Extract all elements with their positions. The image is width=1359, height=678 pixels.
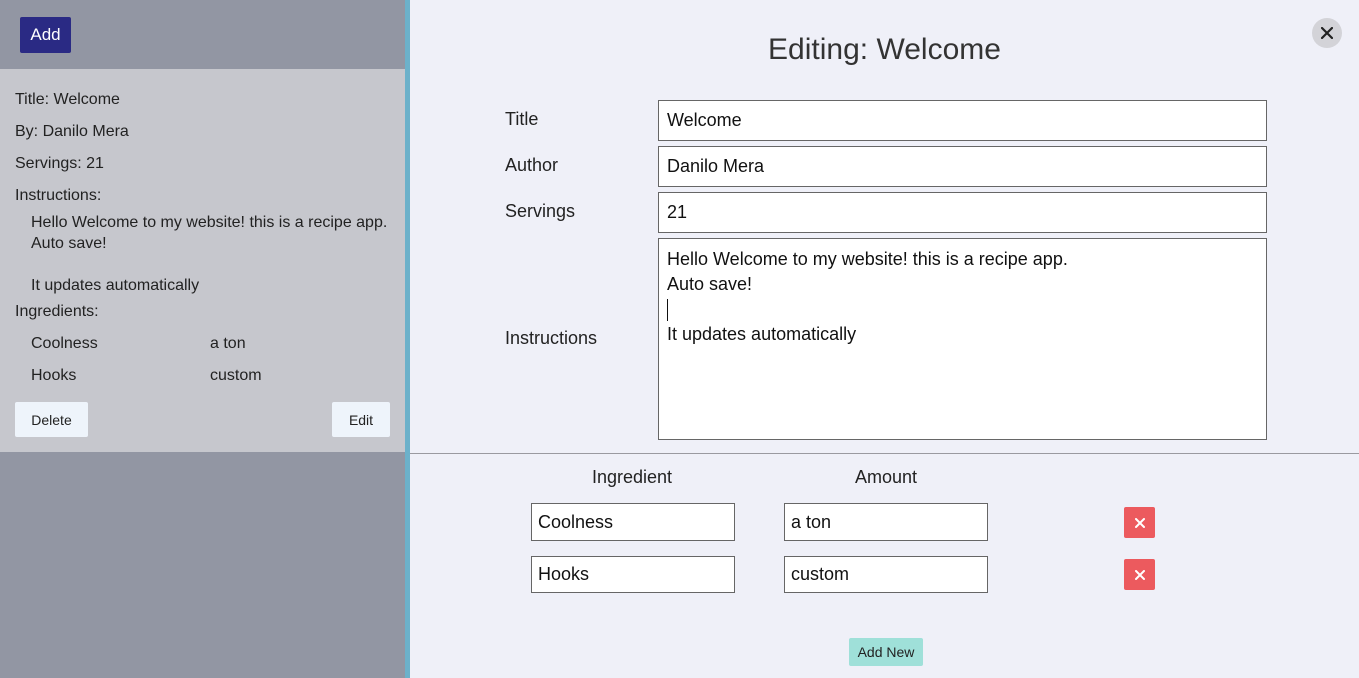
card-ingredient-name: Hooks — [31, 367, 77, 384]
card-servings: Servings: 21 — [15, 155, 104, 172]
author-label: Author — [505, 155, 559, 175]
title-input[interactable] — [658, 100, 1267, 141]
remove-ingredient-button[interactable] — [1124, 507, 1155, 538]
card-instructions-line: Hello Welcome to my website! this is a r… — [31, 214, 388, 231]
card-author: By: Danilo Mera — [15, 123, 129, 140]
instructions-line: It updates automatically — [667, 324, 857, 344]
ingredient-name-input[interactable] — [531, 503, 735, 541]
card-ingredient-amount: custom — [210, 367, 262, 384]
recipe-editor: Editing: Welcome Title Author Servings I… — [410, 0, 1359, 678]
instructions-textarea[interactable]: Hello Welcome to my website! this is a r… — [658, 238, 1267, 440]
editor-title: Editing: Welcome — [768, 33, 1001, 66]
servings-input[interactable] — [658, 192, 1267, 233]
instructions-line: Hello Welcome to my website! this is a r… — [667, 249, 1068, 269]
amount-column-header: Amount — [854, 467, 918, 487]
remove-ingredient-button[interactable] — [1124, 559, 1155, 590]
ingredient-amount-input[interactable] — [784, 556, 988, 593]
add-ingredient-button[interactable]: Add New — [849, 638, 923, 666]
card-title: Title: Welcome — [15, 91, 120, 108]
card-ingredients-heading: Ingredients: — [15, 303, 99, 320]
card-ingredient-name: Coolness — [31, 335, 98, 352]
section-divider — [410, 453, 1359, 454]
ingredient-amount-input[interactable] — [784, 503, 988, 541]
sidebar-toolbar: Add — [0, 0, 405, 69]
delete-recipe-button[interactable]: Delete — [15, 402, 88, 437]
card-instructions-heading: Instructions: — [15, 187, 102, 204]
instructions-label: Instructions — [505, 328, 598, 348]
title-label: Title — [505, 109, 539, 129]
card-instructions-line: Auto save! — [31, 235, 107, 252]
edit-recipe-button[interactable]: Edit — [332, 402, 390, 437]
recipe-card: Title: Welcome By: Danilo Mera Servings:… — [0, 69, 405, 452]
add-recipe-button[interactable]: Add — [20, 17, 71, 53]
recipe-sidebar: Add Title: Welcome By: Danilo Mera Servi… — [0, 0, 405, 678]
instructions-line: Auto save! — [667, 274, 753, 294]
x-icon — [1134, 517, 1145, 528]
servings-label: Servings — [505, 201, 576, 221]
instructions-line-caret — [667, 297, 1258, 322]
text-caret — [667, 299, 668, 322]
card-instructions-line: It updates automatically — [31, 277, 200, 294]
ingredient-column-header: Ingredient — [591, 467, 673, 487]
x-icon — [1134, 569, 1145, 580]
author-input[interactable] — [658, 146, 1267, 187]
card-ingredient-amount: a ton — [210, 335, 246, 352]
ingredient-name-input[interactable] — [531, 556, 735, 593]
